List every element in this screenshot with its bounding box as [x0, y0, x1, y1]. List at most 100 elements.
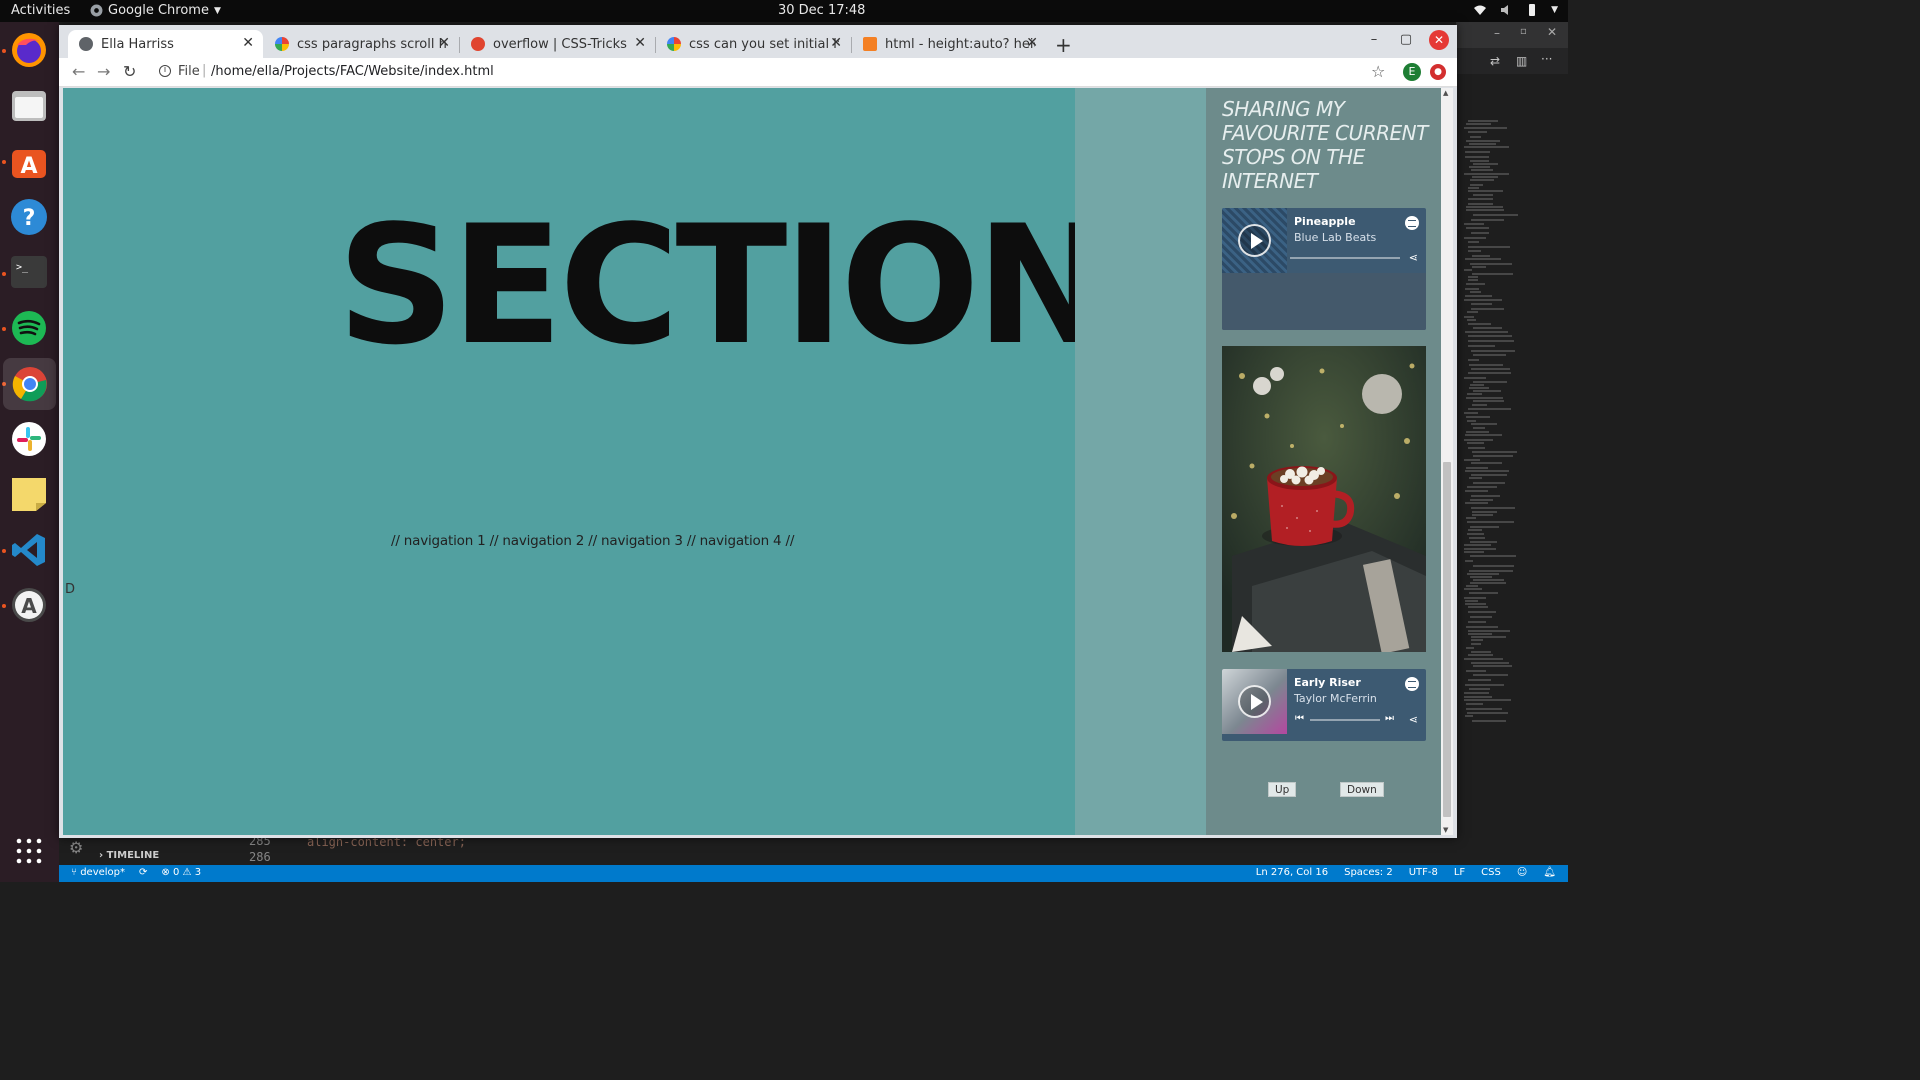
running-indicator: [2, 604, 6, 608]
timeline-section[interactable]: › TIMELINE: [99, 850, 159, 861]
scrollbar-thumb[interactable]: [1443, 462, 1451, 817]
minimap-line: [1466, 517, 1476, 519]
bell-icon[interactable]: 🔔︎: [1543, 867, 1556, 878]
compare-icon[interactable]: ⇄: [1490, 54, 1500, 68]
minimap-line: [1464, 692, 1489, 694]
terminal-launcher[interactable]: >_: [8, 251, 50, 293]
scroll-up-arrow-icon[interactable]: ▲: [1443, 89, 1448, 97]
close-tab-icon[interactable]: ✕: [1026, 35, 1038, 51]
minimap-line: [1471, 232, 1489, 234]
minimap-line: [1464, 173, 1509, 175]
track-artist[interactable]: Taylor McFerrin: [1294, 692, 1377, 705]
spotify-embed-pineapple[interactable]: Pineapple Blue Lab Beats ⋖: [1222, 208, 1426, 330]
running-indicator: [2, 327, 6, 331]
address-bar[interactable]: /home/ella/Projects/FAC/Website/index.ht…: [211, 64, 494, 79]
minimize-button[interactable]: –: [1364, 30, 1384, 50]
track-title[interactable]: Early Riser: [1294, 676, 1361, 689]
close-tab-icon[interactable]: ✕: [634, 35, 646, 51]
share-icon[interactable]: ⋖: [1409, 251, 1418, 264]
close-tab-icon[interactable]: ✕: [438, 35, 450, 51]
tab-title: overflow | CSS-Tricks: [493, 36, 627, 52]
site-info-icon[interactable]: i: [159, 65, 171, 77]
minimap-line: [1468, 120, 1498, 122]
bookmark-star-icon[interactable]: ☆: [1371, 62, 1385, 81]
minimap-line: [1468, 323, 1491, 325]
tab-title: css paragraphs scroll hide: [297, 36, 447, 52]
reload-icon[interactable]: ↻: [123, 62, 136, 81]
tab-height-auto[interactable]: html - height:auto? height ✕: [852, 30, 1047, 58]
minimap-line: [1471, 368, 1510, 370]
app-menu[interactable]: Google Chrome ▼: [90, 3, 221, 18]
problems-status[interactable]: ⊗ 0 ⚠ 3: [161, 867, 201, 878]
show-applications-button[interactable]: [8, 830, 50, 872]
slack-launcher[interactable]: [8, 418, 50, 460]
up-button[interactable]: Up: [1268, 782, 1297, 797]
close-window-button[interactable]: ✕: [1429, 30, 1449, 50]
play-button[interactable]: [1238, 685, 1271, 718]
files-launcher[interactable]: [8, 85, 50, 127]
activities-button[interactable]: Activities: [11, 3, 70, 18]
more-actions-icon[interactable]: ···: [1541, 52, 1552, 66]
clock[interactable]: 30 Dec 17:48: [778, 3, 865, 18]
vscode-launcher[interactable]: [8, 529, 50, 571]
minimap-line: [1467, 393, 1482, 395]
minimize-icon[interactable]: –: [1494, 26, 1500, 40]
split-editor-icon[interactable]: ▥: [1516, 54, 1527, 68]
track-title[interactable]: Pineapple: [1294, 215, 1356, 228]
restore-icon[interactable]: ▫: [1520, 26, 1527, 37]
previous-track-icon[interactable]: ⏮: [1295, 713, 1304, 724]
tab-css-initial-height[interactable]: css can you set initial heig ✕: [656, 30, 851, 58]
close-tab-icon[interactable]: ✕: [830, 35, 842, 51]
maximize-button[interactable]: ▢: [1396, 30, 1416, 50]
line-ending[interactable]: LF: [1454, 867, 1465, 878]
indentation[interactable]: Spaces: 2: [1344, 867, 1393, 878]
close-icon[interactable]: ✕: [1547, 25, 1557, 39]
software-updater-launcher[interactable]: A: [8, 584, 50, 626]
system-tray[interactable]: ▼: [1473, 3, 1558, 17]
navigation-links[interactable]: // navigation 1 // navigation 2 // navig…: [391, 533, 794, 549]
minimap-line: [1470, 179, 1494, 181]
cursor-position[interactable]: Ln 276, Col 16: [1256, 867, 1328, 878]
next-track-icon[interactable]: ⏭: [1385, 713, 1394, 724]
scroll-down-arrow-icon[interactable]: ▼: [1443, 826, 1448, 834]
sync-icon[interactable]: ⟳: [139, 867, 147, 878]
software-center-launcher[interactable]: A: [8, 140, 50, 182]
sticky-notes-launcher[interactable]: [8, 473, 50, 515]
firefox-launcher[interactable]: [8, 29, 50, 71]
branch-status[interactable]: ⑂ develop*: [71, 867, 125, 878]
progress-bar[interactable]: [1310, 719, 1380, 721]
tab-css-paragraphs[interactable]: css paragraphs scroll hide ✕: [264, 30, 459, 58]
encoding[interactable]: UTF-8: [1409, 867, 1438, 878]
spotify-logo-icon[interactable]: [1405, 216, 1419, 230]
back-icon[interactable]: ←: [72, 62, 85, 81]
progress-bar[interactable]: [1290, 257, 1400, 259]
new-tab-button[interactable]: +: [1055, 33, 1072, 57]
page-viewport[interactable]: SECTION 2 // navigation 1 // navigation …: [63, 88, 1445, 835]
share-icon[interactable]: ⋖: [1409, 713, 1418, 726]
feedback-icon[interactable]: ☺: [1517, 867, 1527, 878]
profile-avatar[interactable]: E: [1403, 63, 1421, 81]
help-launcher[interactable]: ?: [8, 196, 50, 238]
minimap-line: [1469, 688, 1490, 690]
minimap-line: [1466, 626, 1498, 628]
minimap-line: [1471, 507, 1515, 509]
svg-text:A: A: [21, 594, 37, 618]
close-tab-icon[interactable]: ✕: [242, 35, 254, 51]
page-scrollbar[interactable]: ▲ ▼: [1441, 88, 1453, 835]
spotify-launcher[interactable]: [8, 307, 50, 349]
play-button[interactable]: [1238, 224, 1271, 257]
spotify-embed-early-riser[interactable]: Early Riser Taylor McFerrin ⏮ ⏭ ⋖: [1222, 669, 1426, 741]
favourites-panel: SHARING MY FAVOURITE CURRENT STOPS ON TH…: [1206, 88, 1441, 835]
gear-icon[interactable]: ⚙: [69, 838, 83, 857]
track-artist[interactable]: Blue Lab Beats: [1294, 231, 1376, 244]
tab-css-tricks[interactable]: overflow | CSS-Tricks ✕: [460, 30, 655, 58]
panel-heading: SHARING MY FAVOURITE CURRENT STOPS ON TH…: [1222, 97, 1428, 193]
forward-icon[interactable]: →: [97, 62, 110, 81]
tab-ella-harriss[interactable]: Ella Harriss ✕: [68, 30, 263, 58]
minimap-line: [1471, 303, 1492, 305]
spotify-logo-icon[interactable]: [1405, 677, 1419, 691]
language-mode[interactable]: CSS: [1481, 867, 1501, 878]
down-button[interactable]: Down: [1340, 782, 1384, 797]
chrome-launcher[interactable]: [3, 358, 56, 410]
extension-icon[interactable]: ●: [1430, 64, 1446, 80]
